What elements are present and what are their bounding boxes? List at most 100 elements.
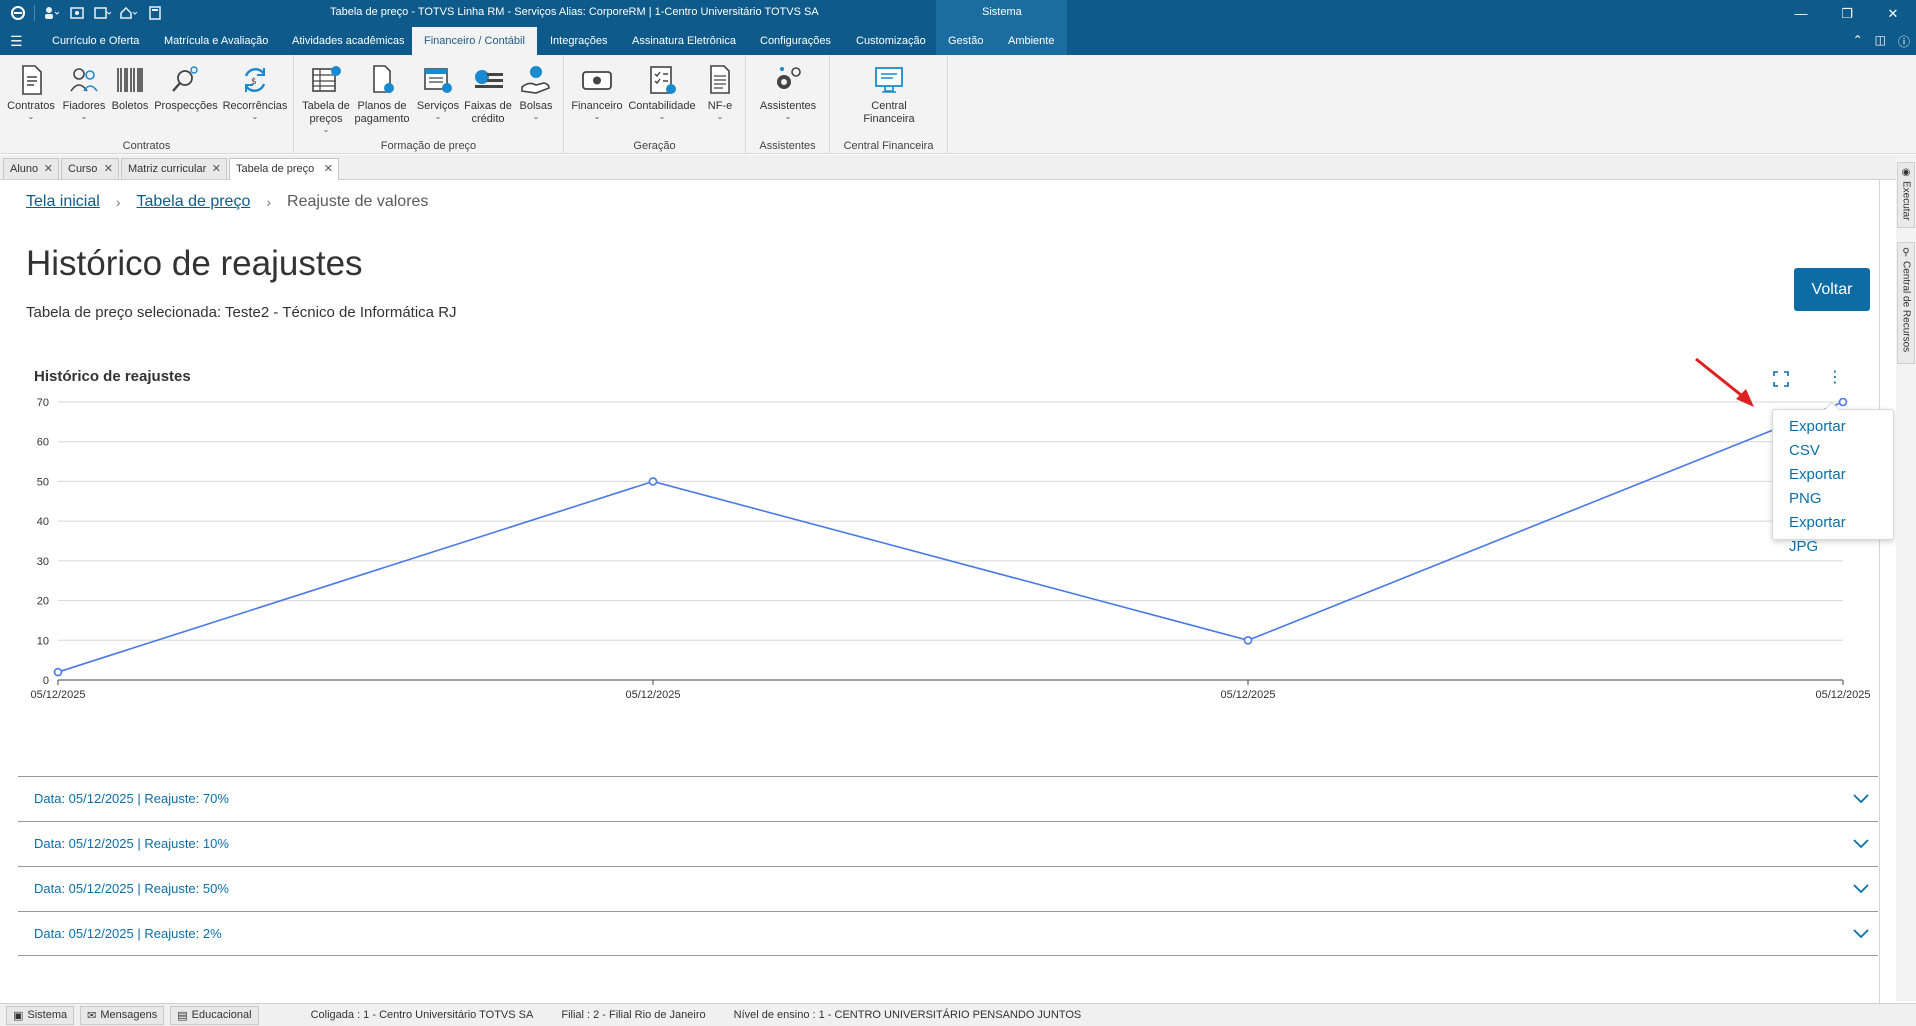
chevron-down-icon: ⌄ [532, 112, 540, 121]
status-mensagens-button[interactable]: ✉ Mensagens [80, 1005, 165, 1025]
faixas-de-credito-button[interactable]: Faixas de crédito [462, 63, 514, 126]
tab-curriculo-e-oferta[interactable]: Currículo e Oferta [40, 27, 151, 55]
tab-ambiente[interactable]: Ambiente [996, 27, 1067, 55]
close-icon[interactable]: ✕ [212, 159, 221, 179]
side-tab-label: Executar [1900, 181, 1912, 221]
help-icon[interactable]: ⓘ [1898, 33, 1910, 50]
export-csv-option[interactable]: Exportar CSV [1789, 415, 1879, 463]
history-item[interactable]: Data: 05/12/2025 | Reajuste: 50% [18, 866, 1878, 911]
collapse-ribbon-icon[interactable]: ⌃ [1853, 33, 1863, 50]
fullscreen-icon[interactable] [1772, 370, 1790, 388]
history-item[interactable]: Data: 05/12/2025 | Reajuste: 70% [18, 776, 1878, 821]
tab-gestao[interactable]: Gestão [936, 27, 996, 55]
ribbon: Contratos ⌄ Fiadores ⌄ Boletos Prospecçõ… [0, 55, 1916, 154]
y-tick-label: 50 [37, 476, 49, 488]
assistentes-button[interactable]: Assistentes ⌄ [756, 63, 820, 121]
layout-icon[interactable]: ◫ [1875, 33, 1886, 50]
tab-configuracoes[interactable]: Configurações [748, 27, 843, 55]
prospeccoes-button[interactable]: Prospecções [154, 63, 218, 113]
status-sistema-button[interactable]: ▣ Sistema [6, 1005, 75, 1025]
view-icon[interactable] [67, 4, 87, 22]
tab-assinatura-eletronica[interactable]: Assinatura Eletrônica [620, 27, 748, 55]
contratos-label: Contratos [7, 100, 55, 112]
doc-tab-matriz-curricular[interactable]: Matriz curricular ✕ [121, 158, 227, 179]
bolsas-label: Bolsas [519, 100, 553, 112]
export-jpg-option[interactable]: Exportar JPG [1789, 511, 1879, 559]
window-controls: — ❐ ✕ [1778, 0, 1916, 27]
annotation-arrow [1695, 357, 1754, 407]
side-tab-executar[interactable]: ◉ Executar [1897, 162, 1915, 228]
doc-tab-aluno[interactable]: Aluno ✕ [3, 158, 59, 179]
doc-tab-tabela-de-preco[interactable]: Tabela de preço ✕ [229, 158, 339, 180]
status-educacional-button[interactable]: ▤ Educacional [170, 1005, 259, 1025]
contratos-button[interactable]: Contratos ⌄ [5, 63, 57, 121]
app-logo-icon[interactable] [8, 4, 28, 22]
finance-icon [582, 71, 612, 90]
back-button[interactable]: Voltar [1794, 268, 1870, 311]
doc-tab-curso[interactable]: Curso ✕ [61, 158, 119, 179]
bolsas-button[interactable]: Bolsas ⌄ [510, 63, 562, 121]
screen-menu-icon[interactable] [93, 4, 113, 22]
history-item-label: Data: 05/12/2025 | Reajuste: 70% [34, 791, 229, 806]
title-bar: Tabela de preço - TOTVS Linha RM - Servi… [0, 0, 1916, 27]
data-point [1838, 398, 1848, 407]
tab-financeiro-contabil[interactable]: Financeiro / Contábil [412, 27, 537, 55]
servicos-label: Serviços [416, 100, 460, 112]
planos-de-pagamento-button[interactable]: Planos de pagamento [352, 63, 412, 126]
calculator-icon[interactable] [145, 4, 165, 22]
y-tick-label: 40 [37, 516, 49, 528]
restore-icon[interactable]: ❐ [1824, 0, 1870, 27]
tab-integracoes[interactable]: Integrações [538, 27, 619, 55]
page-title: Histórico de reajustes [26, 244, 363, 283]
chevron-down-icon[interactable] [1852, 881, 1870, 895]
faixas-de-credito-label: Faixas de crédito [464, 100, 512, 125]
y-tick-label: 0 [43, 675, 49, 687]
assistentes-label: Assistentes [759, 100, 817, 112]
central-financeira-button[interactable]: Central Financeira [858, 63, 920, 126]
history-item[interactable]: Data: 05/12/2025 | Reajuste: 2% [18, 911, 1878, 956]
nfe-button[interactable]: NF-e ⌄ [694, 63, 746, 121]
more-options-icon[interactable]: ⋮ [1826, 369, 1844, 389]
close-icon[interactable]: ✕ [104, 159, 113, 179]
group-label-geracao: Geração [633, 140, 676, 152]
close-icon[interactable]: ✕ [324, 159, 333, 179]
ribbon-group-formacao-de-preco: Tabela de preços ⌄ Planos de pagamento S… [294, 55, 564, 154]
tabela-de-precos-button[interactable]: Tabela de preços ⌄ [300, 63, 352, 134]
nfe-icon [710, 65, 730, 94]
tab-atividades-academicas[interactable]: Atividades acadêmicas [280, 27, 417, 55]
financeiro-button[interactable]: Financeiro ⌄ [568, 63, 626, 121]
y-tick-label: 30 [37, 556, 49, 568]
user-menu-icon[interactable] [41, 4, 61, 22]
history-item[interactable]: Data: 05/12/2025 | Reajuste: 10% [18, 821, 1878, 866]
side-tab-central-de-recursos[interactable]: ⚲ Central de Recursos [1897, 242, 1915, 364]
chevron-down-icon[interactable] [1852, 926, 1870, 940]
tab-matricula-e-avaliacao[interactable]: Matrícula e Avaliação [152, 27, 280, 55]
breadcrumb-home-link[interactable]: Tela inicial [26, 193, 100, 211]
chevron-down-icon: ⌄ [784, 112, 792, 121]
minimize-icon[interactable]: — [1778, 0, 1824, 27]
assistants-icon [777, 67, 801, 89]
app-menu-icon[interactable]: ☰ [10, 33, 23, 50]
breadcrumb-parent-link[interactable]: Tabela de preço [136, 193, 250, 211]
contabilidade-button[interactable]: Contabilidade ⌄ [626, 63, 698, 121]
y-tick-label: 20 [37, 596, 49, 608]
servicos-button[interactable]: Serviços ⌄ [412, 63, 464, 121]
group-label-contratos: Contratos [122, 140, 171, 152]
tab-customizacao[interactable]: Customização [844, 27, 938, 55]
series-line [57, 401, 1844, 673]
chevron-down-icon[interactable] [1852, 791, 1870, 805]
chevron-down-icon[interactable] [1852, 836, 1870, 850]
history-item-label: Data: 05/12/2025 | Reajuste: 10% [34, 836, 229, 851]
recorrencias-button[interactable]: $ Recorrências ⌄ [222, 63, 288, 121]
close-icon[interactable]: ✕ [44, 159, 53, 179]
boletos-button[interactable]: Boletos [104, 63, 156, 113]
separator [34, 5, 35, 21]
play-icon: ◉ [1900, 167, 1912, 178]
close-icon[interactable]: ✕ [1870, 0, 1916, 27]
status-button-label: Educacional [191, 1009, 252, 1021]
fiadores-button[interactable]: Fiadores ⌄ [58, 63, 110, 121]
tabela-de-precos-label: Tabela de preços [302, 100, 350, 125]
export-png-option[interactable]: Exportar PNG [1789, 463, 1879, 511]
home-menu-icon[interactable] [119, 4, 139, 22]
monitor-icon: ▣ [13, 1009, 24, 1022]
